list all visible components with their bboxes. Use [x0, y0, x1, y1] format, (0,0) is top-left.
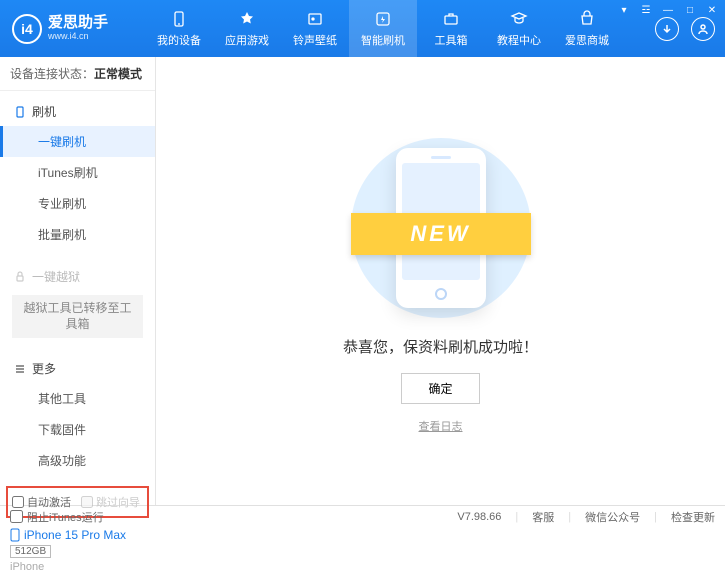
top-nav: 我的设备 应用游戏 铃声壁纸 智能刷机 工具箱 教程中心 爱思商城 [145, 0, 645, 57]
tutorial-icon [509, 9, 529, 29]
lock-icon [14, 271, 26, 283]
sidebar-head-flash[interactable]: 刷机 [0, 97, 155, 126]
toolbox-icon [441, 9, 461, 29]
checkbox-block-itunes[interactable]: 阻止iTunes运行 [10, 509, 104, 525]
sidebar-item-batch-flash[interactable]: 批量刷机 [0, 219, 155, 250]
success-message: 恭喜您，保资料刷机成功啦！ [343, 336, 538, 357]
sidebar-item-download-firmware[interactable]: 下载固件 [0, 414, 155, 445]
download-button[interactable] [655, 17, 679, 41]
nav-label: 智能刷机 [361, 32, 405, 48]
support-link[interactable]: 客服 [532, 509, 554, 525]
success-illustration: NEW [341, 138, 541, 318]
media-icon [305, 9, 325, 29]
sidebar: 设备连接状态：正常模式 刷机 一键刷机 iTunes刷机 专业刷机 批量刷机 一… [0, 57, 156, 505]
view-log-link[interactable]: 查看日志 [419, 418, 463, 434]
ok-button[interactable]: 确定 [401, 373, 479, 404]
nav-label: 工具箱 [435, 32, 468, 48]
sidebar-item-other-tools[interactable]: 其他工具 [0, 383, 155, 414]
checkbox-label: 阻止iTunes运行 [27, 509, 104, 525]
sidebar-item-pro-flash[interactable]: 专业刷机 [0, 188, 155, 219]
nav-tutorials[interactable]: 教程中心 [485, 0, 553, 57]
phone-icon [14, 106, 26, 118]
status-value: 正常模式 [94, 67, 142, 81]
checkbox-input[interactable] [10, 510, 23, 523]
app-subtitle: www.i4.cn [48, 32, 108, 42]
device-icon [10, 528, 20, 542]
sidebar-head-label: 刷机 [32, 103, 56, 120]
window-minimize-icon[interactable]: — [661, 3, 675, 17]
nav-store[interactable]: 爱思商城 [553, 0, 621, 57]
checkbox-input[interactable] [12, 496, 24, 508]
wechat-link[interactable]: 微信公众号 [585, 509, 640, 525]
nav-ringtones-wallpapers[interactable]: 铃声壁纸 [281, 0, 349, 57]
sidebar-jailbreak-note: 越狱工具已转移至工具箱 [12, 295, 143, 338]
device-storage-badge: 512GB [10, 545, 51, 558]
nav-apps-games[interactable]: 应用游戏 [213, 0, 281, 57]
titlebar-right [645, 17, 725, 41]
checkbox-input [81, 496, 93, 508]
sidebar-head-label: 更多 [32, 360, 56, 377]
nav-label: 教程中心 [497, 32, 541, 48]
store-icon [577, 9, 597, 29]
user-button[interactable] [691, 17, 715, 41]
device-name-row[interactable]: iPhone 15 Pro Max [10, 528, 145, 542]
logo-icon: i4 [12, 14, 42, 44]
titlebar: ▾ ☲ — □ ✕ i4 爱思助手 www.i4.cn 我的设备 应用游戏 铃声… [0, 0, 725, 57]
nav-toolbox[interactable]: 工具箱 [417, 0, 485, 57]
sidebar-head-jailbreak: 一键越狱 [0, 262, 155, 291]
sidebar-item-advanced[interactable]: 高级功能 [0, 445, 155, 476]
sidebar-head-more[interactable]: 更多 [0, 354, 155, 383]
nav-label: 应用游戏 [225, 32, 269, 48]
main-content: NEW 恭喜您，保资料刷机成功啦！ 确定 查看日志 [156, 57, 725, 505]
window-menu-icon[interactable]: ▾ [617, 3, 631, 17]
app-title: 爱思助手 [48, 15, 108, 32]
nav-label: 铃声壁纸 [293, 32, 337, 48]
nav-smart-flash[interactable]: 智能刷机 [349, 0, 417, 57]
window-skin-icon[interactable]: ☲ [639, 3, 653, 17]
device-icon [169, 9, 189, 29]
sidebar-item-itunes-flash[interactable]: iTunes刷机 [0, 157, 155, 188]
window-controls: ▾ ☲ — □ ✕ [617, 3, 719, 17]
status-label: 设备连接状态： [10, 67, 94, 81]
connection-status: 设备连接状态：正常模式 [0, 57, 155, 91]
device-type: iPhone [10, 561, 145, 573]
apps-icon [237, 9, 257, 29]
version-label: V7.98.66 [457, 511, 501, 523]
window-close-icon[interactable]: ✕ [705, 3, 719, 17]
nav-label: 我的设备 [157, 32, 201, 48]
sidebar-head-label: 一键越狱 [32, 268, 80, 285]
new-ribbon: NEW [351, 213, 531, 255]
nav-my-device[interactable]: 我的设备 [145, 0, 213, 57]
nav-label: 爱思商城 [565, 32, 609, 48]
sidebar-item-oneclick-flash[interactable]: 一键刷机 [0, 126, 155, 157]
device-name: iPhone 15 Pro Max [24, 528, 126, 542]
window-maximize-icon[interactable]: □ [683, 3, 697, 17]
device-info: iPhone 15 Pro Max 512GB iPhone [0, 522, 155, 583]
flash-icon [373, 9, 393, 29]
check-update-link[interactable]: 检查更新 [671, 509, 715, 525]
menu-icon [14, 363, 26, 375]
app-logo: i4 爱思助手 www.i4.cn [0, 14, 145, 44]
